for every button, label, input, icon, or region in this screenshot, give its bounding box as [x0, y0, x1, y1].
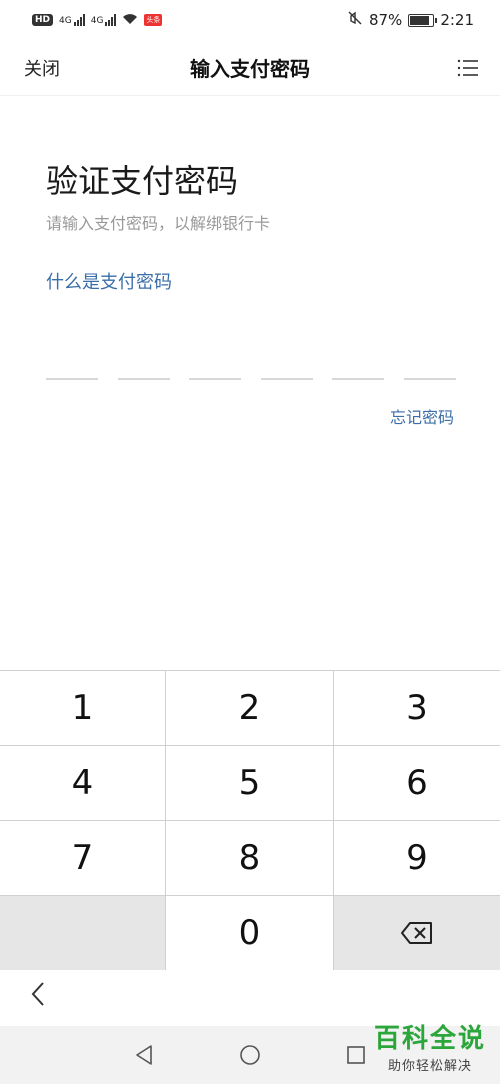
list-menu-icon[interactable] [456, 56, 480, 80]
key-7[interactable]: 7 [0, 821, 166, 896]
key-4[interactable]: 4 [0, 746, 166, 821]
key-6[interactable]: 6 [334, 746, 500, 821]
battery-icon [408, 13, 438, 27]
signal-icon: 4G [59, 14, 85, 26]
close-button[interactable]: 关闭 [24, 55, 60, 81]
hd-icon: HD [32, 14, 54, 26]
pin-slot [260, 378, 313, 380]
verify-subtitle: 请输入支付密码，以解绑银行卡 [46, 214, 271, 233]
pin-slot [117, 378, 170, 380]
page-title: 输入支付密码 [190, 57, 310, 81]
pin-input[interactable] [46, 378, 456, 380]
network-type-label: 4G [59, 16, 72, 26]
backspace-button[interactable] [334, 896, 500, 971]
signal-icon: 4G [91, 14, 117, 26]
key-2[interactable]: 2 [166, 671, 334, 746]
key-0[interactable]: 0 [166, 896, 334, 971]
key-9[interactable]: 9 [334, 821, 500, 896]
status-left: HD 4G 4G 头条 [32, 12, 163, 29]
watermark-logo: 百科全说 助你轻松解决 [374, 1018, 486, 1074]
chevron-left-icon[interactable] [28, 980, 48, 1016]
status-right: 87% 2:21 [347, 10, 474, 30]
recents-square-icon[interactable] [343, 1042, 369, 1068]
notification-icon: 头条 [144, 14, 163, 26]
verify-title: 验证支付密码 [46, 162, 239, 200]
key-1[interactable]: 1 [0, 671, 166, 746]
pin-slot [403, 378, 456, 380]
pin-slot [46, 378, 98, 380]
pin-slot [332, 378, 385, 380]
clock: 2:21 [440, 11, 474, 29]
what-is-payment-password-link[interactable]: 什么是支付密码 [46, 268, 172, 294]
key-8[interactable]: 8 [166, 821, 334, 896]
forgot-password-link[interactable]: 忘记密码 [390, 404, 454, 428]
key-5[interactable]: 5 [166, 746, 334, 821]
numeric-keypad: 1 2 3 4 5 6 7 8 9 0 [0, 670, 500, 971]
mute-icon [347, 10, 363, 30]
battery-percent: 87% [368, 11, 403, 29]
status-bar: HD 4G 4G 头条 87% 2:21 [0, 0, 500, 40]
key-3[interactable]: 3 [334, 671, 500, 746]
battery-fill [410, 15, 429, 25]
key-blank [0, 896, 166, 971]
watermark-subtitle: 助你轻松解决 [387, 1059, 472, 1074]
network-type-label: 4G [90, 16, 104, 26]
app-header: 关闭 输入支付密码 [0, 40, 500, 96]
pin-slot [189, 378, 242, 380]
backspace-icon [401, 922, 432, 944]
watermark-title: 百科全说 [373, 1024, 486, 1054]
wifi-icon [122, 12, 138, 29]
back-triangle-icon[interactable] [131, 1042, 157, 1068]
home-circle-icon[interactable] [237, 1042, 263, 1068]
